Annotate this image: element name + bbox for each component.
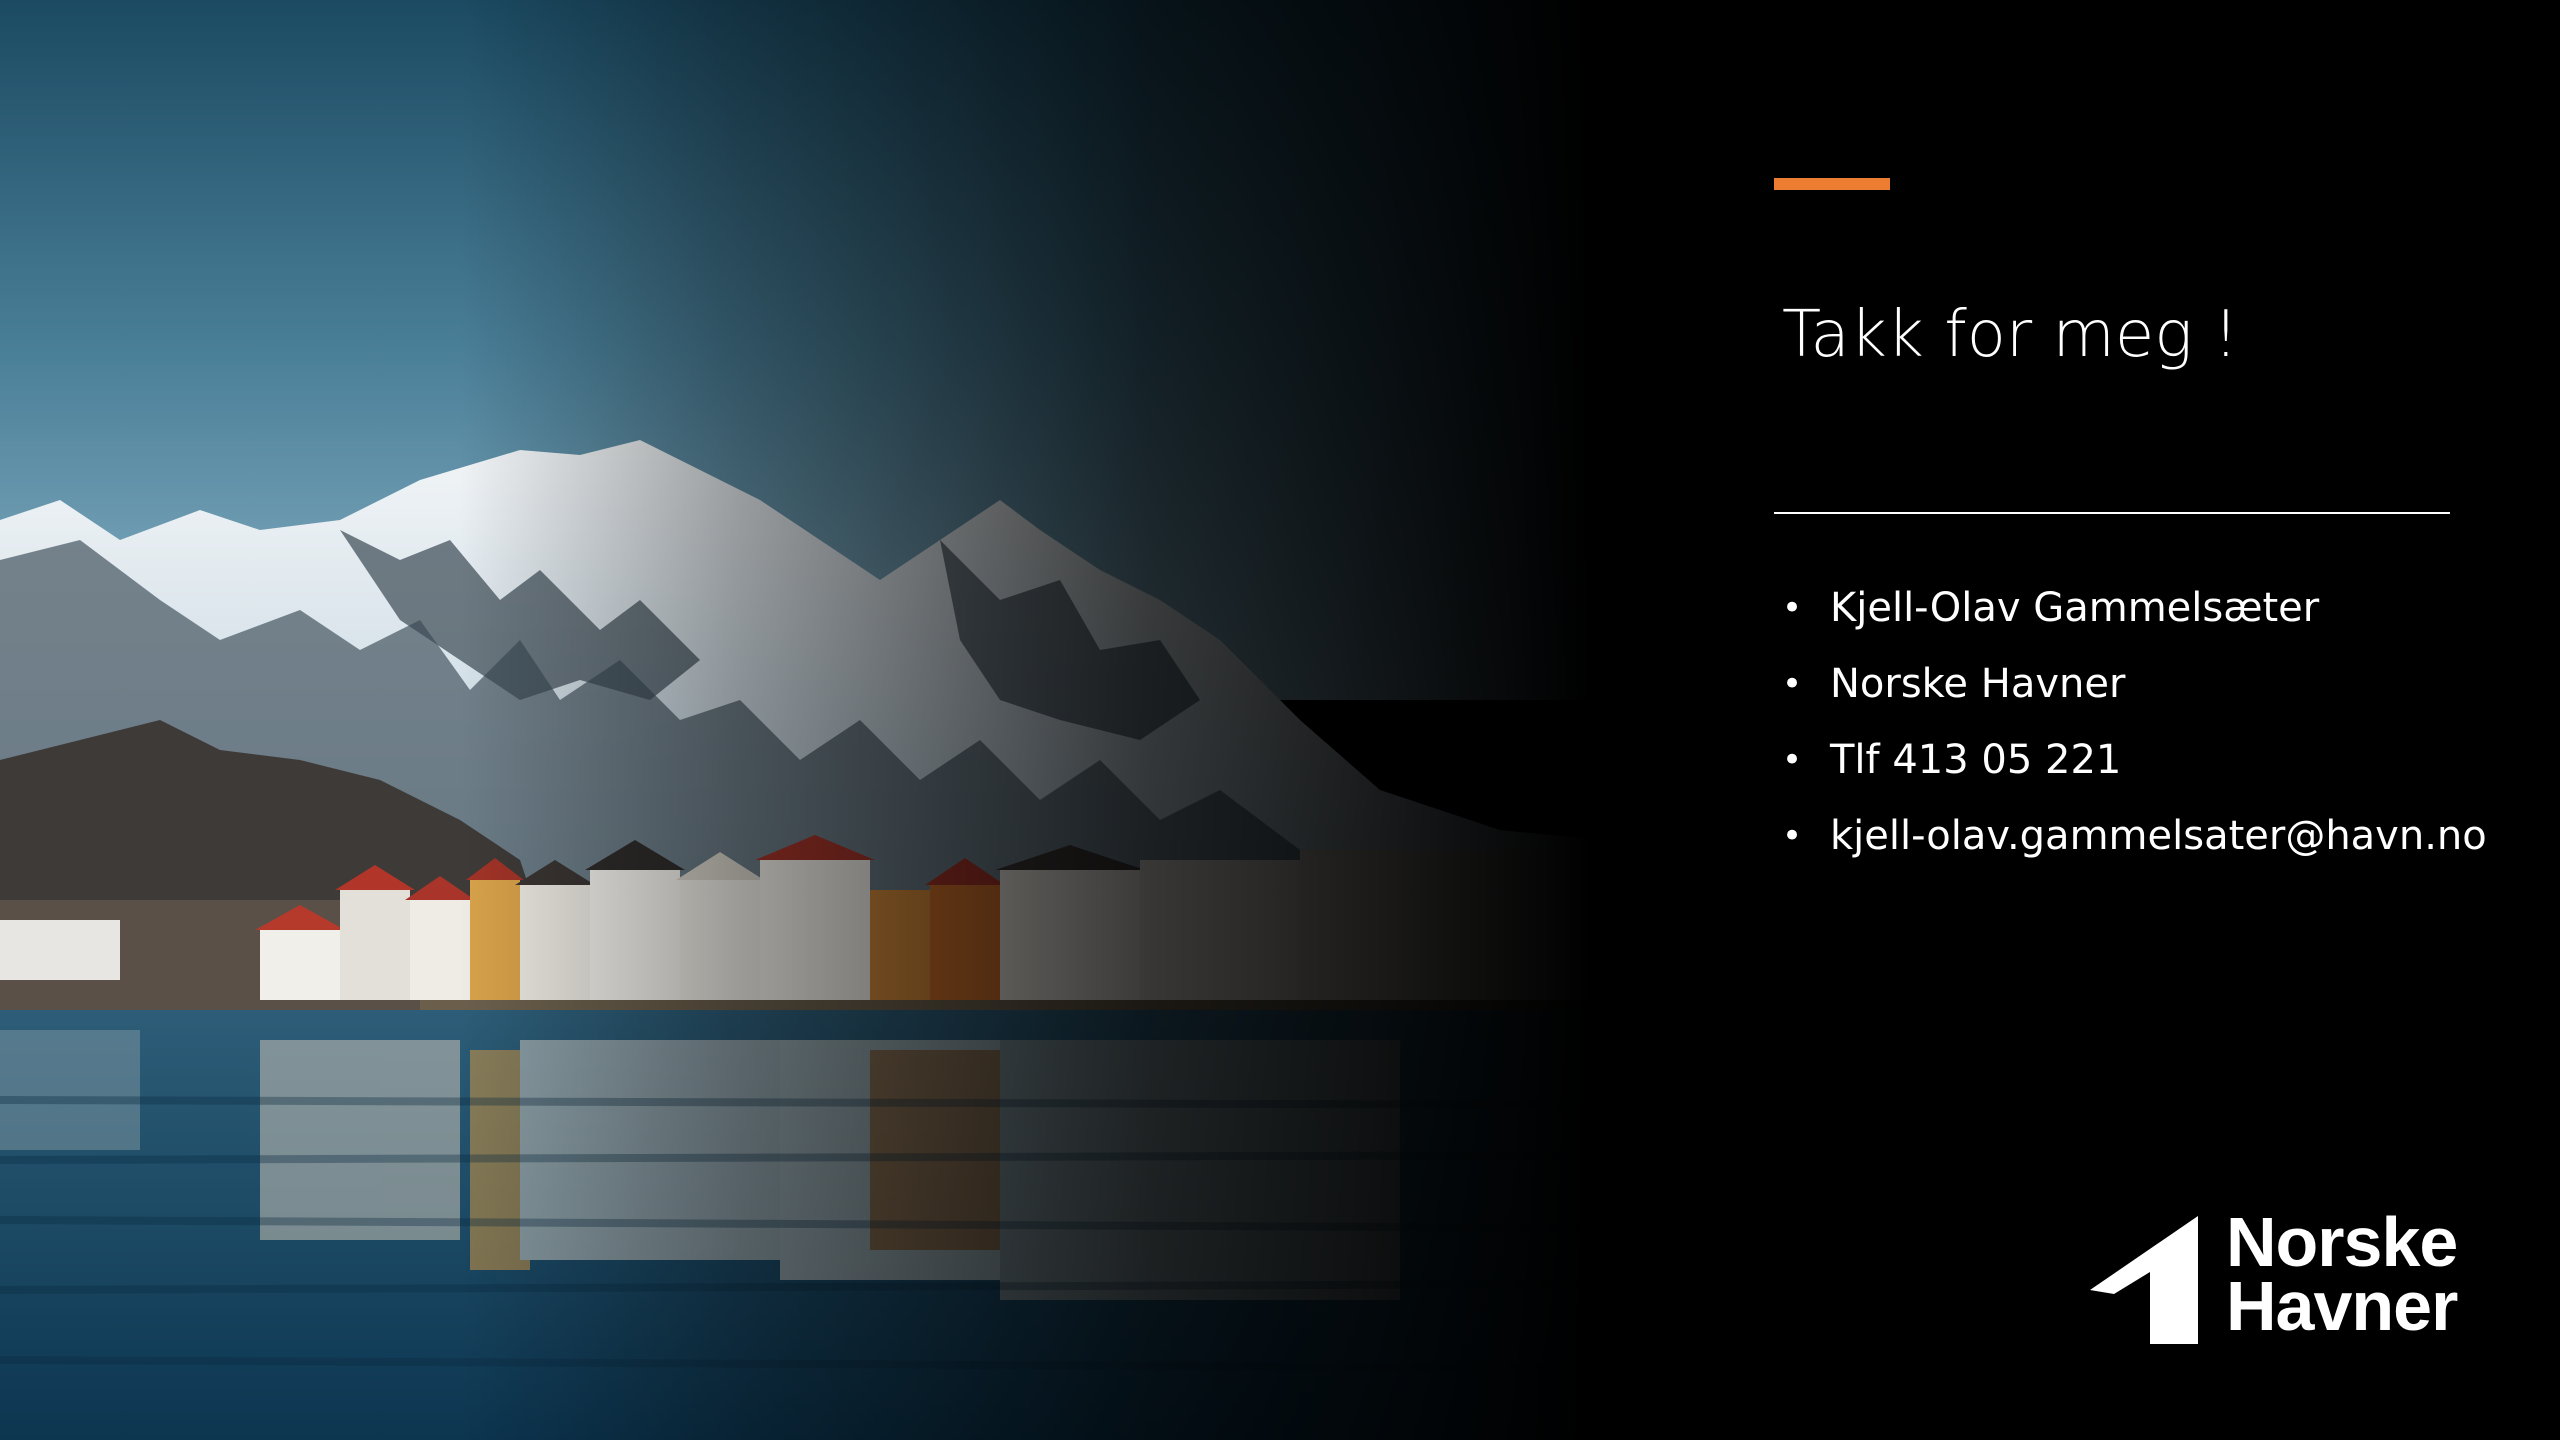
logo-mark-icon (2090, 1216, 2198, 1344)
divider-line (1774, 512, 2450, 514)
slide-title: Takk for meg ! (1782, 298, 2239, 372)
logo-line-1: Norske (2226, 1203, 2458, 1281)
contact-organization: • Norske Havner (1782, 646, 2487, 722)
contact-email-text[interactable]: kjell-olav.gammelsater@havn.no (1830, 813, 2487, 859)
accent-bar (1774, 178, 1890, 190)
contact-list: • Kjell-Olav Gammelsæter • Norske Havner… (1782, 570, 2487, 874)
bullet-icon: • (1782, 588, 1803, 628)
contact-phone-text: Tlf 413 05 221 (1830, 737, 2122, 783)
bullet-icon: • (1782, 816, 1803, 856)
contact-phone: • Tlf 413 05 221 (1782, 722, 2487, 798)
contact-name: • Kjell-Olav Gammelsæter (1782, 570, 2487, 646)
bullet-icon: • (1782, 740, 1803, 780)
contact-name-text: Kjell-Olav Gammelsæter (1830, 585, 2320, 631)
contact-organization-text: Norske Havner (1830, 661, 2126, 707)
contact-email[interactable]: • kjell-olav.gammelsater@havn.no (1782, 798, 2487, 874)
bullet-icon: • (1782, 664, 1803, 704)
norske-havner-logo: Norske Havner (2090, 1203, 2470, 1360)
logo-line-2: Havner (2226, 1267, 2458, 1345)
slide: Takk for meg ! • Kjell-Olav Gammelsæter … (0, 0, 2560, 1440)
harbor-photo (0, 0, 1600, 1440)
logo-wordmark: Norske Havner (2226, 1203, 2458, 1345)
